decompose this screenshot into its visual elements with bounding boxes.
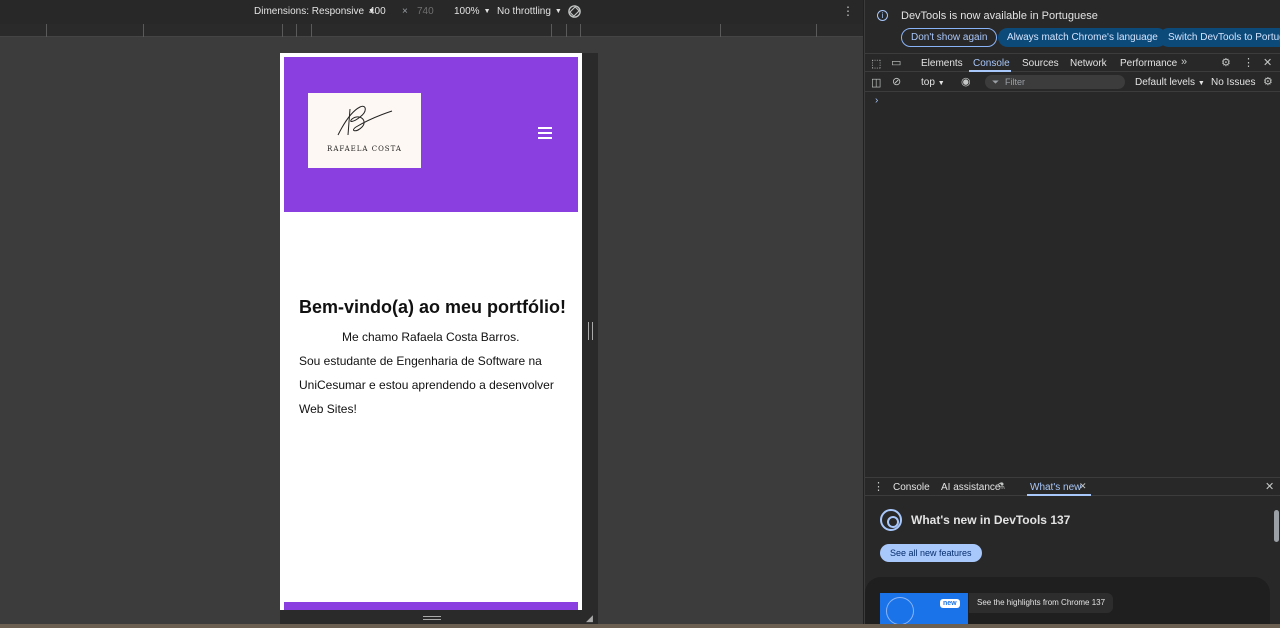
page-title: Bem-vindo(a) ao meu portfólio! — [299, 297, 566, 317]
filter-icon: ⏷ — [992, 77, 1000, 87]
devtools-panel: i DevTools is now available in Portugues… — [864, 0, 1280, 624]
see-all-features-button[interactable]: See all new features — [880, 544, 982, 562]
customize-menu-icon[interactable]: ⋮ — [1243, 56, 1254, 69]
active-tab-indicator — [969, 70, 1011, 72]
highlights-thumbnail: new — [880, 593, 968, 624]
highlights-text: See the highlights from Chrome 137 — [969, 593, 1114, 613]
hamburger-menu-icon[interactable] — [538, 127, 552, 139]
drawer-tab-console[interactable]: Console — [893, 482, 930, 493]
console-prompt[interactable]: › — [875, 95, 878, 106]
drawer-tabs: ⋮ Console AI assistance ⚗ What's new ✕ ✕ — [865, 477, 1280, 496]
scrollbar-thumb[interactable] — [1274, 510, 1279, 542]
tab-elements[interactable]: Elements — [921, 58, 963, 69]
devtools-main-tabs: ⬚ ▭ Elements Console Sources Network Per… — [865, 53, 1280, 72]
flask-icon: ⚗ — [997, 481, 1006, 491]
drawer-tab-whats-new[interactable]: What's new — [1030, 482, 1081, 493]
chevron-down-icon: ▼ — [554, 8, 562, 15]
context-select[interactable]: top ▼ — [921, 77, 945, 88]
whats-new-panel: What's new in DevTools 137 See all new f… — [865, 497, 1280, 624]
chrome-logo-icon — [880, 509, 902, 531]
intro-section: Bem-vindo(a) ao meu portfólio! Me chamo … — [299, 289, 569, 421]
intro-paragraph: Sou estudante de Engenharia de Software … — [299, 354, 554, 416]
dimensions-label: Dimensions: Responsive — [254, 6, 365, 17]
active-drawer-tab-indicator — [1027, 494, 1091, 496]
issues-counter[interactable]: No Issues — [1211, 77, 1255, 88]
drawer-scrollbar[interactable] — [1272, 500, 1280, 624]
site-header: RAFAELA COSTA — [284, 57, 578, 212]
log-levels-select[interactable]: Default levels ▼ — [1135, 77, 1205, 88]
tab-performance[interactable]: Performance — [1120, 58, 1177, 69]
close-tab-icon[interactable]: ✕ — [1079, 481, 1087, 492]
dimensions-select[interactable]: Dimensions: Responsive ▼ — [254, 6, 375, 17]
new-badge: new — [940, 599, 960, 608]
dont-show-again-button[interactable]: Don't show again — [901, 28, 998, 47]
ruler-tick — [311, 24, 312, 37]
device-toolbar-icon[interactable]: ▭ — [891, 56, 901, 69]
height-input[interactable]: 740 — [417, 6, 434, 17]
throttling-select[interactable]: No throttling ▼ — [497, 6, 562, 17]
ruler-tick — [580, 24, 581, 37]
ruler-tick — [720, 24, 721, 37]
language-infobar: i DevTools is now available in Portugues… — [865, 0, 1280, 52]
zoom-select[interactable]: 100% ▼ — [454, 6, 491, 17]
infobar-message: DevTools is now available in Portuguese — [901, 10, 1098, 22]
console-settings-gear-icon[interactable]: ⚙ — [1263, 75, 1273, 88]
ruler-tick — [282, 24, 283, 37]
thumbnail-graphic — [886, 597, 914, 624]
info-icon: i — [877, 10, 888, 21]
context-label: top — [921, 77, 935, 88]
device-toolbar: Dimensions: Responsive ▼ 400 × 740 100% ▼ … — [0, 0, 863, 24]
always-match-language-button[interactable]: Always match Chrome's language — [998, 28, 1167, 47]
console-toolbar: ◫ ⊘ top ▼ ◉ ⏷ Filter Default levels ▼ No … — [865, 73, 1280, 92]
ruler-tick — [143, 24, 144, 37]
highlights-card[interactable]: new See the highlights from Chrome 137 — [865, 577, 1270, 624]
media-query-ruler — [0, 24, 863, 37]
intro-line: Me chamo Rafaela Costa Barros. — [342, 330, 520, 344]
site-logo[interactable]: RAFAELA COSTA — [308, 93, 421, 168]
whats-new-title: What's new in DevTools 137 — [911, 513, 1071, 527]
width-input[interactable]: 400 — [369, 6, 386, 17]
throttling-label: No throttling — [497, 6, 551, 17]
ruler-tick — [566, 24, 567, 37]
close-drawer-icon[interactable]: ✕ — [1265, 480, 1274, 493]
corner-resize-handle[interactable]: ◢ — [586, 613, 593, 624]
drawer-menu-icon[interactable]: ⋮ — [873, 480, 884, 493]
height-resize-handle[interactable] — [423, 616, 441, 620]
logo-text: RAFAELA COSTA — [327, 145, 402, 153]
ruler-tick — [816, 24, 817, 37]
settings-gear-icon[interactable]: ⚙ — [1221, 56, 1231, 69]
width-resize-handle[interactable] — [588, 322, 593, 340]
tab-network[interactable]: Network — [1070, 58, 1107, 69]
rotate-icon[interactable] — [567, 4, 582, 19]
chevron-down-icon: ▼ — [483, 8, 491, 15]
log-levels-label: Default levels — [1135, 77, 1196, 88]
device-emulation-area: Dimensions: Responsive ▼ 400 × 740 100% ▼ … — [0, 0, 863, 628]
ruler-tick — [296, 24, 297, 37]
sidebar-toggle-icon[interactable]: ◫ — [871, 76, 881, 89]
zoom-label: 100% — [454, 6, 480, 17]
tab-console[interactable]: Console — [973, 58, 1010, 69]
clear-console-icon[interactable]: ⊘ — [892, 75, 901, 88]
ruler-tick — [551, 24, 552, 37]
console-filter-input[interactable]: ⏷ Filter — [985, 75, 1125, 89]
tab-sources[interactable]: Sources — [1022, 58, 1059, 69]
drawer-tab-ai-assistance[interactable]: AI assistance — [941, 482, 1000, 493]
desktop-background-strip — [0, 624, 1280, 628]
close-devtools-icon[interactable]: ✕ — [1263, 56, 1272, 69]
ruler-tick — [46, 24, 47, 37]
live-expression-eye-icon[interactable]: ◉ — [961, 75, 971, 88]
site-footer — [284, 602, 578, 610]
screen: Dimensions: Responsive ▼ 400 × 740 100% ▼ … — [0, 0, 1280, 628]
inspect-element-icon[interactable]: ⬚ — [871, 57, 881, 70]
switch-language-button[interactable]: Switch DevTools to Portuguese — [1159, 28, 1280, 47]
chevron-down-icon: ▼ — [1197, 80, 1205, 87]
filter-placeholder: Filter — [1005, 77, 1025, 87]
device-viewport: RAFAELA COSTA Bem-vindo(a) ao meu portfó… — [280, 53, 582, 610]
chevron-down-icon: ▼ — [937, 80, 945, 87]
more-options-icon[interactable]: ⋮ — [842, 4, 854, 18]
times-separator: × — [402, 6, 408, 17]
signature-icon — [337, 105, 393, 136]
more-tabs-icon[interactable]: » — [1181, 56, 1187, 68]
